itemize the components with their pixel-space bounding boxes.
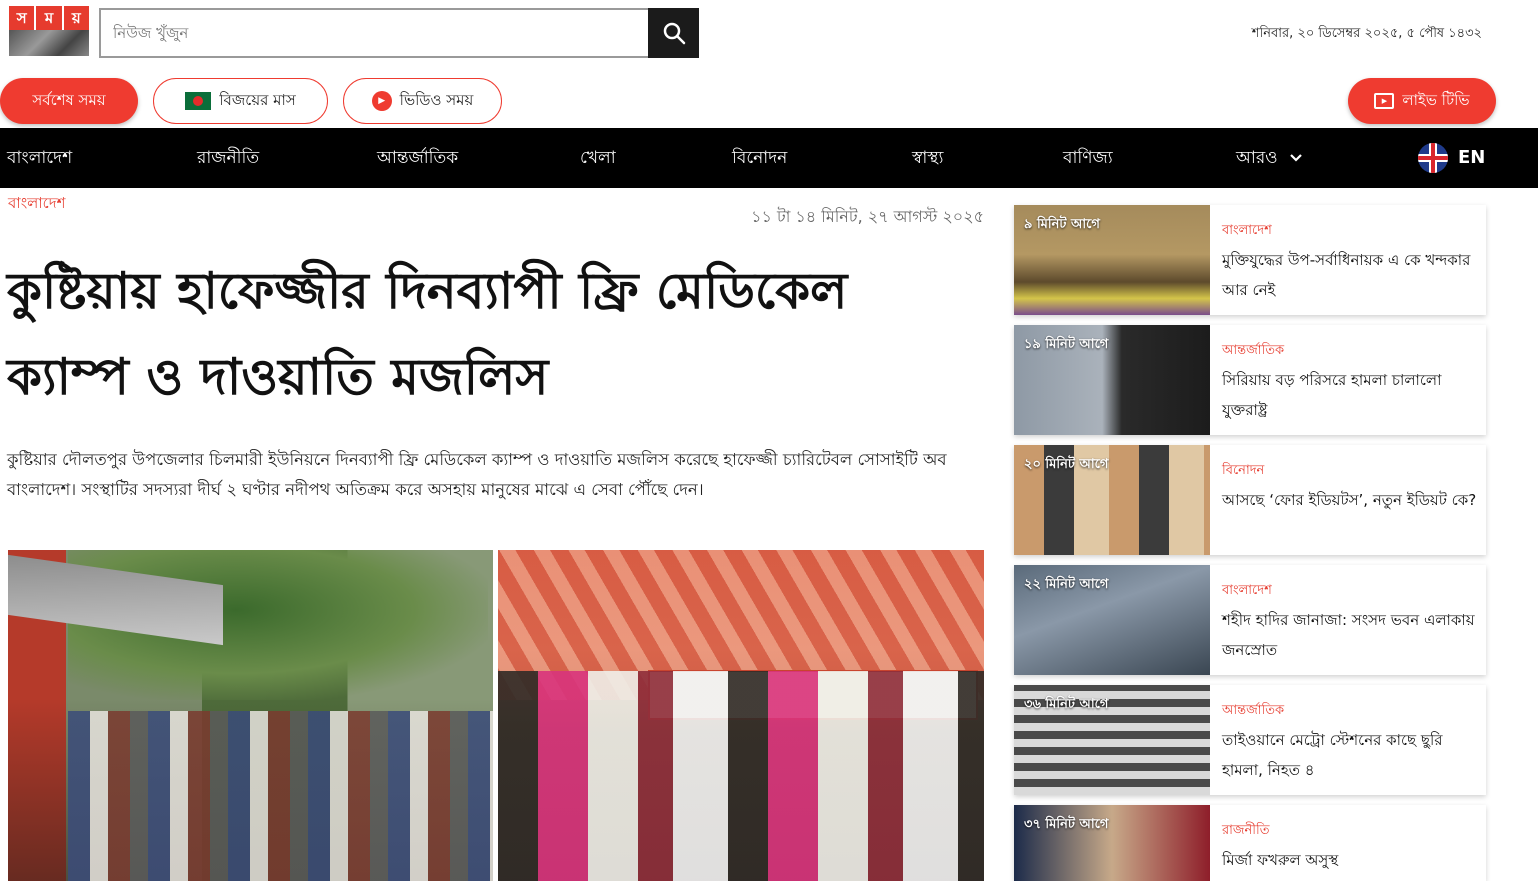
news-time: ৩৬ মিনিট আগে [1024,697,1109,712]
nav-item-sports[interactable]: খেলা [580,128,616,188]
article-date: ১১ টা ১৪ মিনিট, ২৭ আগস্ট ২০২৫ [751,207,984,226]
victory-month-button[interactable]: বিজয়ের মাস [153,78,328,124]
news-category[interactable]: আন্তর্জাতিক [1222,341,1284,362]
article-lead: কুষ্টিয়ার দৌলতপুর উপজেলার চিলমারী ইউনিয… [7,450,947,499]
news-title[interactable]: তাইওয়ানে মেট্রো স্টেশনের কাছে ছুরি হামল… [1222,725,1478,785]
news-title[interactable]: মির্জা ফখরুল অসুস্থ [1222,845,1478,875]
video-label: ভিডিও সময় [399,90,474,109]
logo-letter: ম [36,6,64,30]
sidebar-news-item[interactable]: ৯ মিনিট আগে বাংলাদেশ মুক্তিযুদ্ধের উপ-সর… [1014,205,1486,315]
news-time: ২০ মিনিট আগে [1024,457,1109,472]
search-button[interactable] [648,8,699,58]
logo-letter: য় [63,6,89,30]
sidebar-news-item[interactable]: ২০ মিনিট আগে বিনোদন আসছে ‘ফোর ইডিয়টস’, … [1014,445,1486,555]
play-icon: ▶ [371,91,392,111]
news-category[interactable]: রাজনীতি [1222,821,1270,842]
nav-item-entertainment[interactable]: বিনোদন [732,128,787,188]
sidebar-news-item[interactable]: ২২ মিনিট আগে বাংলাদেশ শহীদ হাদির জানাজা:… [1014,565,1486,675]
victory-month-label: বিজয়ের মাস [219,90,296,109]
logo-letter: স [9,6,37,30]
nav-item-politics[interactable]: রাজনীতি [197,128,259,188]
article-category[interactable]: বাংলাদেশ [8,192,65,217]
article-photo-left [8,550,493,881]
nav-item-business[interactable]: বাণিজ্য [1063,128,1113,188]
current-date: শনিবার, ২০ ডিসেম্বর ২০২৫, ৫ পৌষ ১৪৩২ [1251,26,1482,41]
news-title[interactable]: আসছে ‘ফোর ইডিয়টস’, নতুন ইডিয়ট কে? [1222,485,1478,515]
nav-item-international[interactable]: আন্তর্জাতিক [377,128,458,188]
nav-item-health[interactable]: স্বাস্থ্য [912,128,943,188]
news-time: ৯ মিনিট আগে [1024,217,1100,232]
latest-news-label: সর্বশেষ সময় [32,90,106,109]
news-time: ১৯ মিনিট আগে [1024,337,1109,352]
site-logo[interactable]: স ম য় [9,6,89,56]
news-time: ২২ মিনিট আগে [1024,577,1109,592]
live-tv-button[interactable]: ▶ লাইভ টিভি [1348,78,1496,124]
sidebar-news-item[interactable]: ১৯ মিনিট আগে আন্তর্জাতিক সিরিয়ায় বড় প… [1014,325,1486,435]
news-time: ৩৭ মিনিট আগে [1024,817,1109,832]
language-switch[interactable]: EN [1458,128,1485,188]
tv-icon: ▶ [1374,93,1395,109]
logo-world-map [9,30,89,56]
flag-icon [185,92,212,110]
main-nav: বাংলাদেশ রাজনীতি আন্তর্জাতিক খেলা বিনোদন… [0,128,1538,188]
news-title[interactable]: মুক্তিযুদ্ধের উপ-সর্বাধিনায়ক এ কে খন্দক… [1222,245,1478,305]
search-icon [663,22,685,45]
live-tv-label: লাইভ টিভি [1402,90,1470,109]
article-headline: কুষ্টিয়ায় হাফেজ্জীর দিনব্যাপী ফ্রি মেড… [7,261,848,406]
nav-more-label: আরও [1236,148,1278,168]
news-category[interactable]: আন্তর্জাতিক [1222,701,1284,722]
article-photo-right [498,550,984,881]
latest-news-button[interactable]: সর্বশেষ সময় [0,78,138,124]
sidebar-news-item[interactable]: ৩৬ মিনিট আগে আন্তর্জাতিক তাইওয়ানে মেট্র… [1014,685,1486,795]
chevron-down-icon [1290,154,1302,162]
news-category[interactable]: বাংলাদেশ [1222,221,1272,242]
nav-item-bangladesh[interactable]: বাংলাদেশ [7,128,72,188]
sidebar-news-item[interactable]: ৩৭ মিনিট আগে রাজনীতি মির্জা ফখরুল অসুস্থ [1014,805,1486,881]
news-title[interactable]: সিরিয়ায় বড় পরিসরে হামলা চালালো যুক্তর… [1222,365,1478,425]
news-title[interactable]: শহীদ হাদির জানাজা: সংসদ ভবন এলাকায় জনস্… [1222,605,1478,665]
news-category[interactable]: বিনোদন [1222,461,1264,482]
video-button[interactable]: ▶ ভিডিও সময় [343,78,502,124]
search-input[interactable] [99,8,648,58]
nav-item-more[interactable]: আরও [1236,128,1303,188]
news-category[interactable]: বাংলাদেশ [1222,581,1272,602]
uk-flag-icon[interactable] [1418,143,1448,173]
